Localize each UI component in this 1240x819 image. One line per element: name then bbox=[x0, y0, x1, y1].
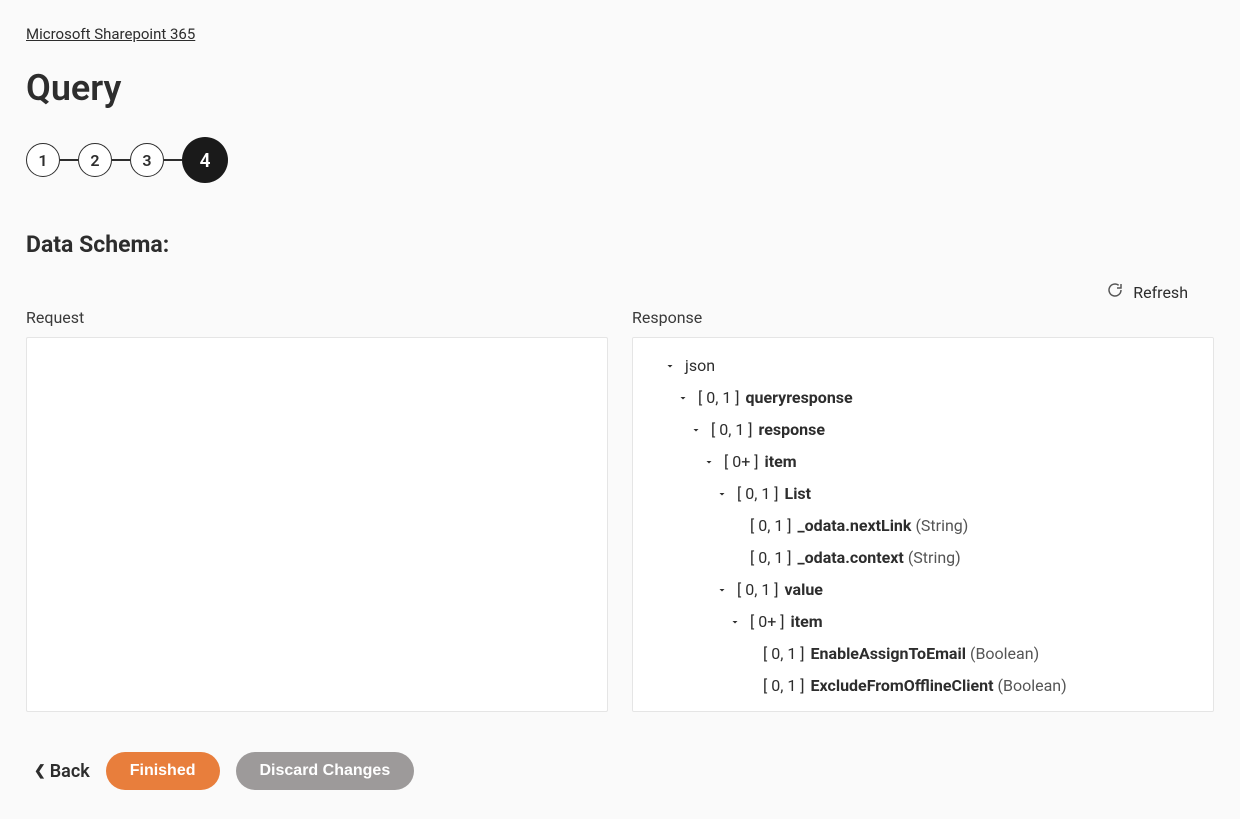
step-3[interactable]: 3 bbox=[130, 143, 164, 177]
step-connector bbox=[164, 159, 182, 161]
step-2[interactable]: 2 bbox=[78, 143, 112, 177]
chevron-down-icon[interactable] bbox=[700, 453, 718, 471]
back-label: Back bbox=[50, 761, 90, 782]
chevron-down-icon[interactable] bbox=[687, 421, 705, 439]
back-button[interactable]: ❮ Back bbox=[34, 761, 90, 782]
node-type: (Boolean) bbox=[998, 674, 1067, 698]
node-label: _odata.context bbox=[798, 546, 904, 570]
step-connector bbox=[60, 159, 78, 161]
node-type: (String) bbox=[915, 514, 968, 538]
chevron-down-icon[interactable] bbox=[713, 581, 731, 599]
section-title: Data Schema: bbox=[26, 231, 1214, 258]
node-label: value bbox=[785, 578, 823, 602]
tree-node-enableassign[interactable]: [ 0, 1 ] EnableAssignToEmail (Boolean) bbox=[739, 638, 1213, 670]
breadcrumb-parent-link[interactable]: Microsoft Sharepoint 365 bbox=[26, 25, 195, 43]
finished-button[interactable]: Finished bbox=[106, 752, 220, 790]
node-label: ExcludeFromOfflineClient bbox=[811, 674, 994, 698]
cardinality: [ 0, 1 ] bbox=[711, 418, 753, 442]
tree-node-exclude[interactable]: [ 0, 1 ] ExcludeFromOfflineClient (Boole… bbox=[739, 670, 1213, 702]
cardinality: [ 0, 1 ] bbox=[737, 578, 779, 602]
chevron-down-icon[interactable] bbox=[713, 485, 731, 503]
cardinality: [ 0+ ] bbox=[750, 610, 785, 634]
response-panel[interactable]: json [ 0, 1 ] queryresponse bbox=[632, 337, 1214, 712]
step-1[interactable]: 1 bbox=[26, 143, 60, 177]
node-type: (String) bbox=[908, 546, 961, 570]
request-panel-label: Request bbox=[26, 308, 608, 327]
node-label: item bbox=[791, 610, 823, 634]
node-label: json bbox=[685, 354, 715, 378]
tree-node-queryresponse[interactable]: [ 0, 1 ] queryresponse bbox=[674, 382, 1213, 414]
page-title: Query bbox=[26, 67, 1214, 109]
cardinality: [ 0, 1 ] bbox=[737, 482, 779, 506]
node-type: (Boolean) bbox=[970, 642, 1039, 666]
cardinality: [ 0+ ] bbox=[724, 450, 759, 474]
cardinality: [ 0, 1 ] bbox=[750, 514, 792, 538]
response-panel-label: Response bbox=[632, 308, 1214, 327]
chevron-down-icon[interactable] bbox=[726, 613, 744, 631]
stepper: 1 2 3 4 bbox=[26, 137, 1214, 183]
node-label: item bbox=[765, 450, 797, 474]
tree-node-json[interactable]: json bbox=[661, 350, 1213, 382]
request-panel[interactable] bbox=[26, 337, 608, 712]
tree-node-context[interactable]: [ 0, 1 ] _odata.context (String) bbox=[726, 542, 1213, 574]
tree-node-value[interactable]: [ 0, 1 ] value bbox=[713, 574, 1213, 606]
chevron-left-icon: ❮ bbox=[34, 763, 46, 779]
cardinality: [ 0, 1 ] bbox=[763, 674, 805, 698]
node-label: List bbox=[785, 482, 812, 506]
chevron-down-icon[interactable] bbox=[674, 389, 692, 407]
node-label: queryresponse bbox=[746, 386, 853, 410]
tree-node-list[interactable]: [ 0, 1 ] List bbox=[713, 478, 1213, 510]
node-label: EnableAssignToEmail bbox=[811, 642, 966, 666]
node-label: response bbox=[759, 418, 825, 442]
refresh-button[interactable]: Refresh bbox=[1107, 282, 1188, 302]
cardinality: [ 0, 1 ] bbox=[698, 386, 740, 410]
node-label: _odata.nextLink bbox=[798, 514, 912, 538]
refresh-label: Refresh bbox=[1133, 283, 1188, 302]
refresh-icon bbox=[1107, 282, 1123, 302]
tree-node-item[interactable]: [ 0+ ] item bbox=[700, 446, 1213, 478]
discard-changes-button[interactable]: Discard Changes bbox=[236, 752, 415, 790]
step-connector bbox=[112, 159, 130, 161]
cardinality: [ 0, 1 ] bbox=[750, 546, 792, 570]
cardinality: [ 0, 1 ] bbox=[763, 642, 805, 666]
chevron-down-icon[interactable] bbox=[661, 357, 679, 375]
tree-node-item[interactable]: [ 0+ ] item bbox=[726, 606, 1213, 638]
tree-node-nextlink[interactable]: [ 0, 1 ] _odata.nextLink (String) bbox=[726, 510, 1213, 542]
step-4[interactable]: 4 bbox=[182, 137, 228, 183]
tree-node-response[interactable]: [ 0, 1 ] response bbox=[687, 414, 1213, 446]
